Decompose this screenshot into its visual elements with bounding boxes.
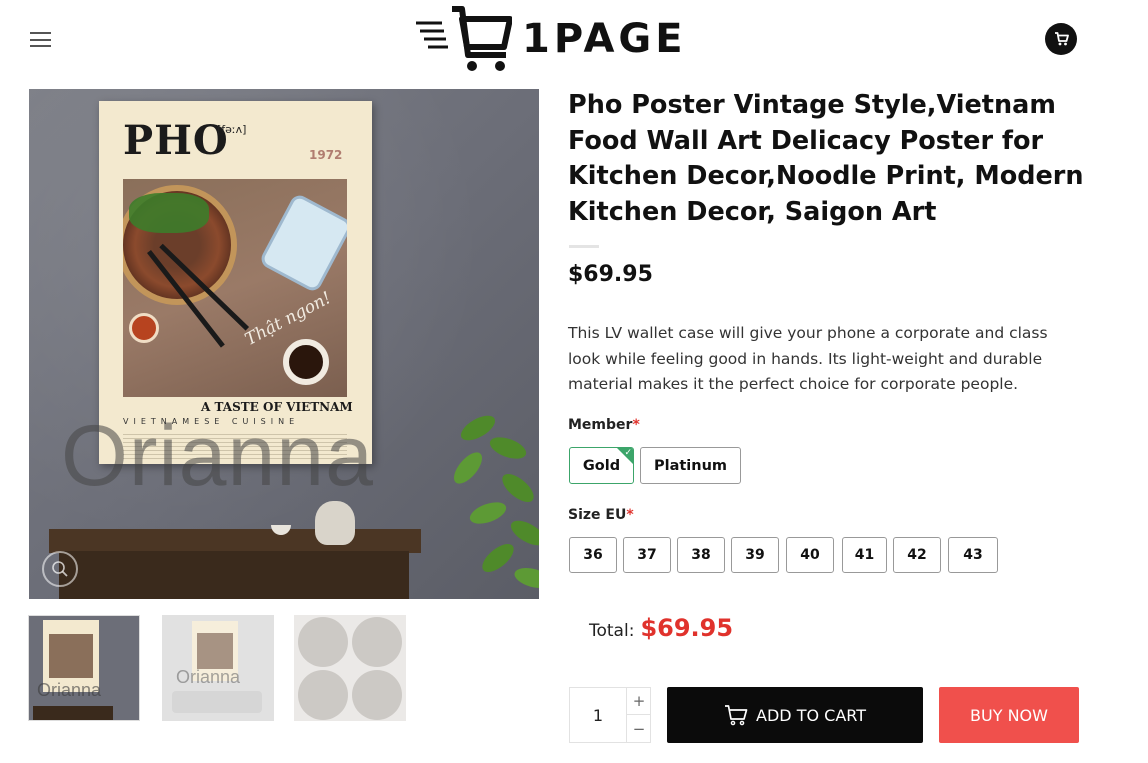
poster-year: 1972 [309, 148, 343, 162]
total-value: $69.95 [640, 614, 734, 642]
zoom-button[interactable] [42, 551, 78, 587]
thumbnail-watermark: Orianna [176, 667, 241, 687]
size-label-text: Size EU [568, 507, 627, 523]
thumbnail-table [33, 706, 113, 720]
herbs-illustration [129, 193, 209, 233]
thumbnail-detail [352, 670, 402, 720]
cart-icon [724, 704, 748, 726]
thumbnail-art [49, 634, 93, 678]
table-front [59, 551, 409, 599]
size-option-40[interactable]: 40 [786, 537, 834, 573]
title-divider [569, 245, 599, 248]
size-option-label: 42 [907, 547, 927, 563]
thumbnail-2[interactable]: Orianna [162, 615, 274, 721]
vase [315, 501, 355, 545]
add-to-cart-button[interactable]: ADD TO CART [667, 687, 923, 743]
header-cart-button[interactable] [1045, 23, 1077, 55]
total-row: Total: $69.95 [589, 614, 733, 642]
size-option-label: 38 [691, 547, 711, 563]
size-option-37[interactable]: 37 [623, 537, 671, 573]
zoom-in-icon [52, 561, 68, 577]
size-option-39[interactable]: 39 [731, 537, 779, 573]
size-option-label: 39 [745, 547, 765, 563]
shopping-cart-icon [1054, 32, 1069, 46]
buy-now-label: BUY NOW [970, 705, 1048, 725]
logo-cart-icon [416, 6, 512, 71]
thumbnail-watermark: Orianna [37, 680, 102, 700]
add-to-cart-label: ADD TO CART [756, 705, 866, 725]
product-title: Pho Poster Vintage Style,Vietnam Food Wa… [568, 90, 1084, 227]
size-option-42[interactable]: 42 [893, 537, 941, 573]
size-option-38[interactable]: 38 [677, 537, 725, 573]
size-option-label: 40 [800, 547, 820, 563]
size-option-label: 41 [854, 547, 875, 563]
thumbnail-3[interactable] [294, 615, 406, 721]
poster-phonetic: [fəːʌ] [217, 123, 247, 136]
size-option-label: 37 [637, 547, 657, 563]
hamburger-menu-icon[interactable] [30, 32, 51, 47]
plant [439, 409, 539, 599]
product-description: This LV wallet case will give your phone… [568, 324, 1048, 393]
thumbnail-sofa [172, 691, 262, 713]
spring-roll-illustration [258, 192, 347, 294]
quantity-minus-button[interactable]: − [626, 715, 651, 742]
thumbnail-1[interactable]: Orianna [28, 615, 140, 721]
size-label: Size EU* [568, 507, 634, 523]
site-logo[interactable]: 1PAGE [416, 4, 687, 74]
member-option-label: Platinum [653, 457, 728, 474]
member-option-gold[interactable]: Gold ✓ [569, 447, 634, 484]
poster-script-text: Thật ngon! [241, 287, 335, 351]
size-option-41[interactable]: 41 [842, 537, 887, 573]
poster-title: PHO [123, 117, 229, 164]
required-mark: * [626, 507, 634, 523]
checkmark-icon: ✓ [624, 448, 632, 458]
main-product-image[interactable]: PHO [fəːʌ] 1972 Thật ngon! A TASTE OF VI… [29, 89, 539, 599]
thumbnail-detail [298, 617, 348, 667]
quantity-stepper: + − [569, 687, 651, 743]
member-label-text: Member [568, 417, 633, 433]
size-option-label: 43 [963, 547, 983, 563]
thumbnail-detail [352, 617, 402, 667]
required-mark: * [632, 417, 640, 433]
site-header: 1PAGE [0, 0, 1148, 80]
product-price: $69.95 [568, 262, 653, 287]
size-option-43[interactable]: 43 [948, 537, 998, 573]
total-label: Total: [589, 621, 635, 641]
image-watermark: Orianna [61, 408, 374, 504]
poster-artwork: Thật ngon! [123, 179, 347, 397]
member-label: Member* [568, 417, 640, 433]
size-option-label: 36 [583, 547, 603, 563]
quantity-plus-button[interactable]: + [626, 688, 651, 715]
table-top [49, 529, 421, 553]
coffee-illustration [283, 339, 329, 385]
sauce-illustration [129, 313, 159, 343]
logo-text: 1PAGE [522, 16, 687, 62]
member-option-platinum[interactable]: Platinum [640, 447, 741, 484]
thumbnail-detail [298, 670, 348, 720]
size-option-36[interactable]: 36 [569, 537, 617, 573]
member-option-label: Gold [582, 457, 621, 474]
thumbnail-art [197, 633, 233, 669]
buy-now-button[interactable]: BUY NOW [939, 687, 1079, 743]
quantity-input[interactable] [570, 688, 626, 742]
